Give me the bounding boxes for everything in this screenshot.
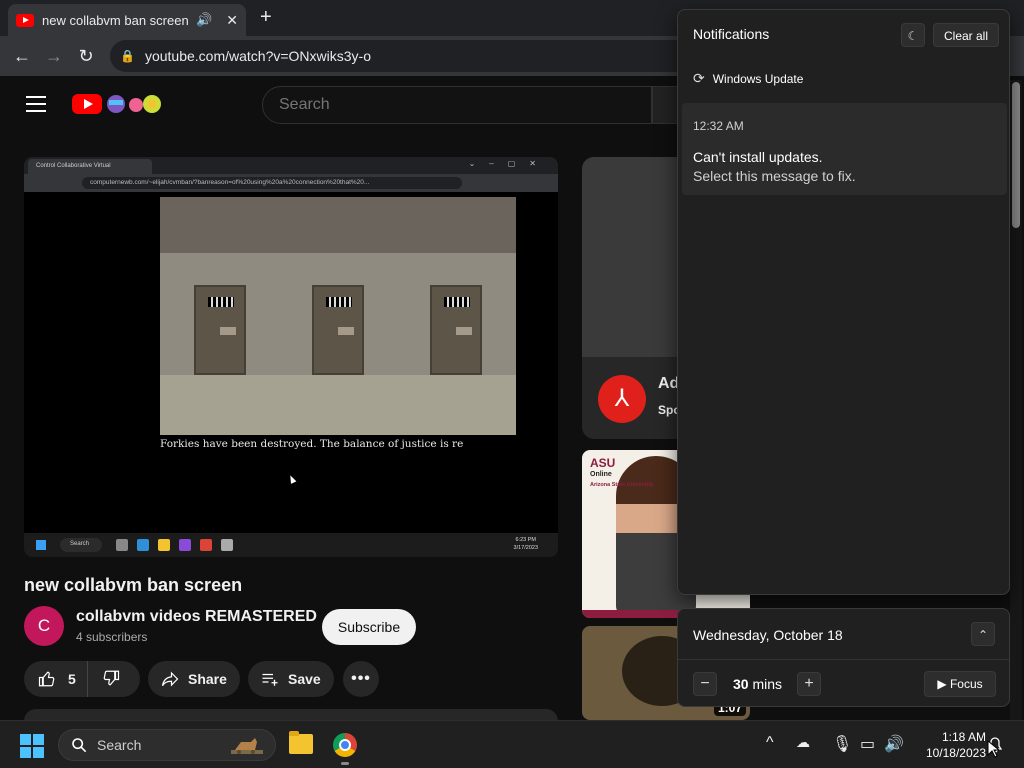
taskbar-search[interactable]: Search [58,729,276,761]
windows-taskbar: Search ^ ☁ 🎙 ▭ 🔊 1:18 AM 10/18/2023 [0,720,1024,768]
channel-name[interactable]: collabvm videos REMASTERED [76,608,317,626]
sponsored-ad-card[interactable]: ⅄ Ad Spo [582,157,692,439]
video-title: new collabvm ban screen [24,575,243,595]
add-to-playlist-icon [262,673,278,686]
notification-app-name: Windows Update [712,71,804,86]
file-explorer-icon[interactable] [289,731,313,754]
video-window-buttons: ⌄–▢✕ [468,159,550,168]
volume-icon[interactable]: 🔊 [884,734,904,754]
thumbs-down-icon [103,670,120,685]
channel-avatar[interactable]: C [24,606,64,646]
show-hidden-icons-icon[interactable]: ^ [766,734,774,752]
video-player[interactable]: Control Collaborative Virtual ⌄–▢✕ compu… [24,157,558,557]
page-scrollbar-thumb[interactable] [1012,82,1020,228]
notification-app-header: ⟳ Windows Update [693,70,803,87]
focus-duration: 30 mins [733,676,783,692]
address-url: youtube.com/watch?v=ONxwiks3y-o [144,48,371,64]
youtube-logo-icon[interactable] [72,94,102,114]
youtube-search-box[interactable] [262,86,652,124]
dislike-button[interactable] [88,669,120,690]
subscribe-button[interactable]: Subscribe [322,609,416,645]
new-tab-icon[interactable]: + [260,6,272,29]
acrobat-logo-icon[interactable]: ⅄ [598,375,646,423]
increase-focus-button[interactable]: + [797,672,821,696]
browser-tab-title: new collabvm ban screen - YouTube [42,12,189,28]
video-cursor-icon [287,474,297,484]
video-start-icon [36,540,46,550]
taskbar-clock[interactable]: 1:18 AM 10/18/2023 [912,729,986,761]
running-indicator [341,762,349,765]
video-prison-scene [160,197,516,435]
notification-body: Select this message to fix. [693,168,856,184]
scene-ceiling [160,197,516,253]
decrease-focus-button[interactable]: − [693,672,717,696]
calendar-date[interactable]: Wednesday, October 18 [693,627,843,643]
save-button[interactable]: Save [248,661,334,697]
subscriber-count: 4 subscribers [76,630,148,644]
back-icon[interactable]: ← [6,46,38,67]
video-taskbar-clock: 6:23 PM 3/17/2023 [513,537,538,551]
forward-icon[interactable]: → [38,46,70,67]
chrome-icon[interactable] [333,733,357,757]
microphone-icon[interactable]: 🎙 [832,734,852,754]
like-dislike-group: 5 [24,661,140,697]
thumbs-up-icon [38,671,55,687]
onedrive-icon[interactable]: ☁ [796,734,810,751]
scene-floor [160,375,516,435]
chevron-up-icon[interactable]: ⌃ [971,622,995,646]
tab-close-icon[interactable]: ✕ [226,12,238,29]
search-highlight-icon [231,738,263,754]
start-button-icon[interactable] [20,734,44,758]
ad-thumbnail[interactable] [582,157,692,357]
search-icon [72,738,87,753]
calendar-focus-panel: Wednesday, October 18 ⌃ − 30 mins + ▶ Fo… [677,608,1010,707]
do-not-disturb-icon[interactable]: ☾ [901,23,925,47]
tab-audio-icon[interactable]: 🔊 [196,12,212,28]
youtube-doodle-icon[interactable] [106,92,164,116]
divider [678,659,1009,660]
notification-center: Notifications ☾ Clear all ⟳ Windows Upda… [677,9,1010,595]
video-taskbar-icons [116,539,233,551]
cell-door [194,285,246,375]
notification-heading: Can't install updates. [693,149,823,165]
video-taskbar: Search 6:23 PM 3/17/2023 [24,533,558,557]
more-actions-icon[interactable]: ••• [343,661,379,697]
asu-logo: ASU Online Arizona State University [590,456,654,488]
browser-tab[interactable]: new collabvm ban screen - YouTube 🔊 ✕ [8,4,246,36]
video-browser-url: computernewb.com/~elijah/cvmban/?banreas… [82,177,462,189]
cell-door [430,285,482,375]
video-browser-addressbar: computernewb.com/~elijah/cvmban/?banreas… [24,174,558,192]
ban-message: Forkies have been destroyed. The balance… [160,438,464,450]
video-taskbar-search: Search [60,538,102,552]
like-button[interactable]: 5 [24,661,88,697]
mouse-cursor-icon [987,740,999,758]
share-button[interactable]: Share [148,661,240,697]
notification-card[interactable]: 12:32 AM Can't install updates. Select t… [682,103,1007,195]
youtube-favicon-icon [16,13,34,27]
share-icon [161,671,179,687]
lock-icon[interactable]: 🔒 [120,49,135,63]
cell-door [312,285,364,375]
video-browser-tab: Control Collaborative Virtual [28,159,152,174]
notification-time: 12:32 AM [693,119,744,133]
video-browser-tabbar: Control Collaborative Virtual ⌄–▢✕ [24,157,558,174]
youtube-search-input[interactable] [279,96,619,114]
network-icon[interactable]: ▭ [860,734,875,754]
address-bar[interactable]: 🔒 youtube.com/watch?v=ONxwiks3y-o [110,40,750,72]
windows-update-icon: ⟳ [693,70,705,86]
menu-icon[interactable] [26,96,46,112]
focus-button[interactable]: ▶ Focus [924,671,996,697]
clear-all-button[interactable]: Clear all [933,23,999,47]
reload-icon[interactable]: ↻ [70,46,102,67]
notification-center-title: Notifications [693,26,770,42]
like-count: 5 [68,671,76,687]
